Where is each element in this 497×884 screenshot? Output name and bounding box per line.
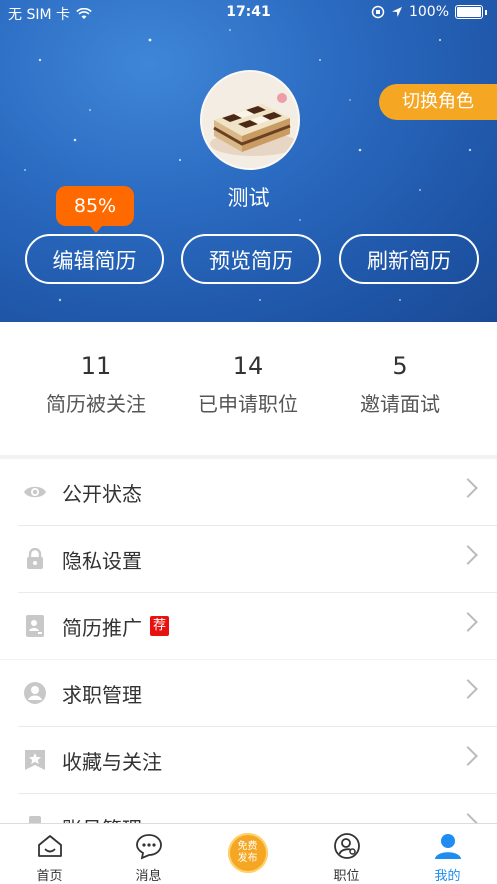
stat-followed[interactable]: 11 简历被关注 bbox=[13, 352, 179, 417]
tab-label: 首页 bbox=[36, 869, 63, 884]
switch-role-button[interactable]: 切换角色 bbox=[379, 84, 497, 120]
preview-resume-button[interactable]: 预览简历 bbox=[181, 234, 321, 284]
edit-resume-button[interactable]: 编辑简历 bbox=[25, 234, 164, 284]
stat-value: 5 bbox=[392, 352, 408, 380]
menu-item-job-management[interactable]: 求职管理 bbox=[18, 660, 497, 727]
tab-label: 职位 bbox=[333, 869, 360, 884]
eye-icon bbox=[22, 479, 48, 505]
stat-interviews[interactable]: 5 邀请面试 bbox=[317, 352, 483, 417]
orientation-lock-icon bbox=[371, 5, 385, 19]
chevron-right-icon bbox=[458, 612, 478, 632]
person-icon bbox=[22, 680, 48, 706]
publish-line-2: 发布 bbox=[237, 853, 258, 864]
cake-image bbox=[202, 72, 298, 168]
menu-item-label: 求职管理 bbox=[62, 682, 142, 707]
chevron-right-icon bbox=[458, 545, 478, 565]
tab-jobs[interactable]: 职位 bbox=[297, 824, 396, 884]
tab-messages[interactable]: 消息 bbox=[99, 824, 198, 884]
stat-label: 简历被关注 bbox=[46, 392, 146, 416]
chevron-right-icon bbox=[458, 679, 478, 699]
profile-header: 无 SIM 卡 17:41 100% 切换角色 测试 85% 编辑简历 预览简历… bbox=[0, 0, 497, 322]
stat-label: 已申请职位 bbox=[198, 392, 298, 416]
stat-applied[interactable]: 14 已申请职位 bbox=[165, 352, 331, 417]
chat-icon bbox=[135, 834, 162, 860]
star-bookmark-icon bbox=[22, 747, 48, 773]
settings-group-1: 公开状态 隐私设置 简历推广 荐 bbox=[0, 459, 497, 659]
user-icon bbox=[434, 834, 461, 859]
menu-item-public-status[interactable]: 公开状态 bbox=[18, 459, 497, 526]
chevron-right-icon bbox=[458, 478, 478, 498]
resume-icon bbox=[22, 613, 48, 639]
stats-panel: 11 简历被关注 14 已申请职位 5 邀请面试 bbox=[0, 322, 497, 455]
avatar[interactable] bbox=[200, 70, 300, 170]
resume-completion-badge: 85% bbox=[56, 186, 134, 233]
home-icon bbox=[37, 835, 62, 857]
battery-percent: 100% bbox=[408, 4, 449, 20]
job-search-icon bbox=[333, 833, 360, 859]
tab-label: 消息 bbox=[135, 869, 162, 884]
tab-publish[interactable]: 免费 发布 bbox=[198, 824, 297, 884]
menu-item-resume-promotion[interactable]: 简历推广 荐 bbox=[18, 593, 497, 659]
menu-item-label: 简历推广 bbox=[62, 615, 142, 640]
menu-item-favorites[interactable]: 收藏与关注 bbox=[18, 727, 497, 794]
tab-home[interactable]: 首页 bbox=[0, 824, 99, 884]
stat-value: 11 bbox=[80, 352, 112, 380]
tab-label: 我的 bbox=[434, 869, 461, 884]
publish-line-1: 免费 bbox=[237, 841, 258, 852]
status-bar: 无 SIM 卡 17:41 100% bbox=[0, 0, 497, 26]
chevron-right-icon bbox=[458, 746, 478, 766]
menu-item-label: 公开状态 bbox=[62, 481, 142, 506]
lock-icon bbox=[22, 546, 48, 572]
menu-item-label: 收藏与关注 bbox=[62, 749, 162, 774]
battery-icon bbox=[455, 5, 483, 19]
stat-value: 14 bbox=[232, 352, 264, 380]
publish-button[interactable]: 免费 发布 bbox=[227, 833, 268, 873]
recommend-badge: 荐 bbox=[150, 616, 170, 636]
menu-item-label: 隐私设置 bbox=[62, 548, 142, 573]
stat-label: 邀请面试 bbox=[360, 392, 440, 416]
location-icon bbox=[391, 7, 402, 17]
tab-bar: 首页 消息 免费 发布 职位 我的 bbox=[0, 823, 497, 884]
tab-mine[interactable]: 我的 bbox=[398, 824, 497, 884]
refresh-resume-button[interactable]: 刷新简历 bbox=[339, 234, 479, 284]
menu-item-privacy-settings[interactable]: 隐私设置 bbox=[18, 526, 497, 593]
